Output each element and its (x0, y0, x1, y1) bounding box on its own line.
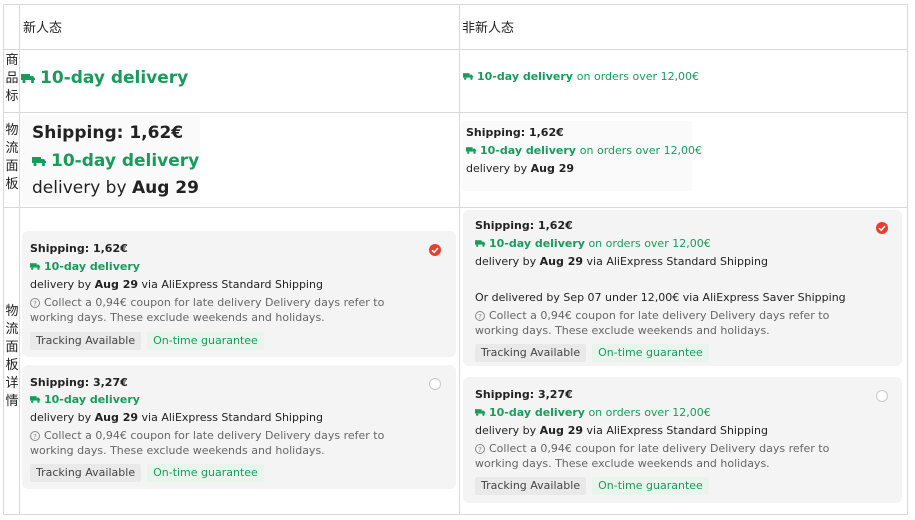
delivery-info: delivery by Aug 29 via AliExpress Standa… (475, 255, 768, 268)
coupon-note: ? Collect a 0,94€ coupon for late deliver… (30, 429, 385, 457)
delivery-info: delivery by Aug 29 via AliExpress Standa… (30, 411, 323, 424)
on-time-guarantee-chip: On-time guarantee (592, 477, 709, 495)
delivery-date: delivery by Aug 29 (32, 178, 199, 198)
delivery-badge: 10-day delivery (32, 151, 199, 171)
tracking-available-chip: Tracking Available (475, 477, 587, 495)
delivery-info: delivery by Aug 29 via AliExpress Standa… (30, 278, 323, 291)
chips: Tracking Available On-time guarantee (475, 341, 715, 362)
logistics-panel-old: Shipping: 1,62€ 10-day delivery on order… (462, 121, 702, 191)
on-time-guarantee-chip: On-time guarantee (147, 332, 264, 350)
question-icon: ? (30, 431, 40, 441)
logistics-panel-new: Shipping: 1,62€ 10-day delivery delivery… (22, 115, 200, 205)
row-label-details: 物 流 面 板 详 情 (5, 304, 19, 409)
delivery-badge: 10-day delivery (30, 258, 140, 276)
shipping-price: Shipping: 3,27€ (30, 376, 128, 389)
shipping-price: Shipping: 1,62€ (30, 242, 128, 255)
delivery-badge: 10-day delivery on orders over 12,00€ (475, 235, 711, 253)
truck-icon (32, 157, 46, 167)
truck-icon (466, 147, 477, 154)
truck-icon (21, 74, 35, 84)
shipping-option-card[interactable]: Shipping: 3,27€ 10-day delivery delivery… (22, 365, 456, 489)
truck-icon (475, 409, 486, 416)
shipping-price: Shipping: 1,62€ (475, 219, 573, 232)
chips: Tracking Available On-time guarantee (30, 461, 270, 482)
tracking-available-chip: Tracking Available (30, 332, 142, 350)
header-non-new-user: 非新人态 (462, 21, 515, 36)
header-new-user: 新人态 (23, 21, 63, 36)
coupon-note: ? Collect a 0,94€ coupon for late deliver… (475, 309, 830, 337)
shipping-price: Shipping: 1,62€ (32, 123, 184, 143)
question-icon: ? (475, 444, 485, 454)
delivery-badge: 10-day delivery on orders over 12,00€ (466, 144, 702, 157)
column-divider (19, 5, 20, 514)
radio-selected-icon[interactable] (429, 244, 441, 256)
radio-selected-icon[interactable] (876, 222, 888, 234)
delivery-badge: 10-day delivery (30, 391, 140, 409)
question-icon: ? (30, 298, 40, 308)
chips: Tracking Available On-time guarantee (475, 474, 715, 495)
alternative-delivery: Or delivered by Sep 07 under 12,00€ via … (475, 291, 846, 304)
product-badge-old: 10-day delivery on orders over 12,00€ (463, 70, 699, 83)
row-divider (4, 112, 907, 113)
delivery-date: delivery by Aug 29 (466, 162, 575, 175)
shipping-option-card[interactable]: Shipping: 1,62€ 10-day delivery on order… (463, 210, 902, 366)
truck-icon (475, 240, 486, 247)
coupon-note: ? Collect a 0,94€ coupon for late deliver… (475, 442, 830, 470)
row-divider (4, 207, 907, 208)
product-badge-new: 10-day delivery (21, 68, 188, 88)
on-time-guarantee-chip: On-time guarantee (592, 344, 709, 362)
radio-unselected-icon[interactable] (876, 390, 888, 402)
truck-icon (30, 396, 41, 403)
on-time-guarantee-chip: On-time guarantee (147, 464, 264, 482)
row-label-panel: 物 流 面 板 (5, 123, 19, 192)
row-divider (4, 49, 907, 50)
coupon-note: ? Collect a 0,94€ coupon for late deliver… (30, 296, 385, 324)
truck-icon (30, 263, 41, 270)
radio-unselected-icon[interactable] (429, 378, 441, 390)
shipping-price: Shipping: 1,62€ (466, 126, 564, 139)
comparison-table: 新人态 非新人态 商 品 标 物 流 面 板 物 流 面 板 详 情 10-da… (3, 4, 908, 515)
question-icon: ? (475, 311, 485, 321)
shipping-option-card[interactable]: Shipping: 1,62€ 10-day delivery delivery… (22, 231, 456, 357)
chips: Tracking Available On-time guarantee (30, 329, 270, 350)
shipping-price: Shipping: 3,27€ (475, 388, 573, 401)
delivery-info: delivery by Aug 29 via AliExpress Standa… (475, 424, 768, 437)
row-label-product: 商 品 标 (5, 53, 19, 104)
delivery-badge: 10-day delivery on orders over 12,00€ (475, 404, 711, 422)
truck-icon (463, 73, 474, 80)
column-divider (459, 5, 460, 514)
shipping-option-card[interactable]: Shipping: 3,27€ 10-day delivery on order… (463, 377, 902, 503)
tracking-available-chip: Tracking Available (30, 464, 142, 482)
tracking-available-chip: Tracking Available (475, 344, 587, 362)
